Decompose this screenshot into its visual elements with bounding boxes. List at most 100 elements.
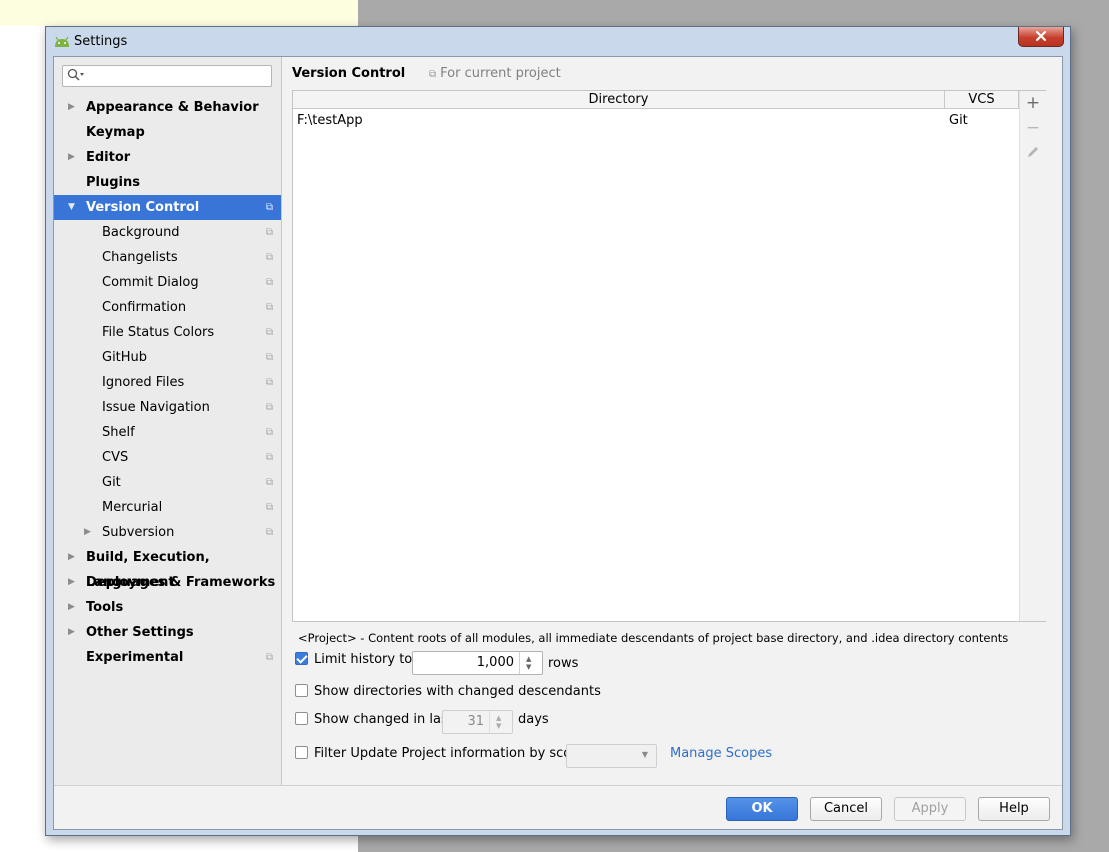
sidebar-item-other-settings[interactable]: ▶ Other Settings [54,620,281,645]
sidebar-item-label: Version Control [86,200,200,215]
collapsed-arrow-icon[interactable]: ▶ [84,520,91,545]
collapsed-arrow-icon[interactable]: ▶ [68,545,75,570]
table-toolbar: + − [1019,91,1046,621]
sidebar-item-issue-navigation[interactable]: Issue Navigation ⧉ [54,395,281,420]
project-scope-icon: ⧉ [265,302,273,313]
sidebar-item-label: Background [102,225,180,240]
apply-button[interactable]: Apply [894,797,966,821]
dialog-body: ▶ Appearance & Behavior Keymap ▶ Editor Plugi… [53,56,1063,830]
sidebar-item-label: CVS [102,450,129,465]
settings-dialog: Settings ▶ Appearance & Behavior Keymap ▶ Ed… [45,26,1071,836]
sidebar-item-label: Git [102,475,121,490]
filter-update-row: Filter Update Project information by sco… [295,743,588,765]
limit-history-suffix: rows [548,656,579,671]
project-scope-icon: ⧉ [265,202,273,213]
sidebar-item-subversion[interactable]: ▶ Subversion ⧉ [54,520,281,545]
sidebar-item-mercurial[interactable]: Mercurial ⧉ [54,495,281,520]
project-scope-icon: ⧉ [265,327,273,338]
limit-history-label: Limit history to: [314,652,417,667]
sidebar-item-background[interactable]: Background ⧉ [54,220,281,245]
show-changed-row: Show changed in last [295,709,453,731]
help-button[interactable]: Help [978,797,1050,821]
collapsed-arrow-icon[interactable]: ▶ [68,95,75,120]
sidebar-item-version-control[interactable]: ▼ Version Control ⧉ [54,195,281,220]
close-icon [1035,30,1047,42]
sidebar-item-label: Tools [86,600,124,615]
add-icon[interactable]: + [1024,94,1042,112]
collapsed-arrow-icon[interactable]: ▶ [68,620,75,645]
column-header-directory[interactable]: Directory [293,91,945,109]
chevron-down-icon: ▼ [641,750,648,759]
show-changed-checkbox[interactable] [295,712,308,725]
sidebar-item-appearance-behavior[interactable]: ▶ Appearance & Behavior [54,95,281,120]
sidebar-item-label: Appearance & Behavior [86,100,259,115]
ok-button[interactable]: OK [726,797,798,821]
sidebar-item-confirmation[interactable]: Confirmation ⧉ [54,295,281,320]
remove-icon[interactable]: − [1024,119,1042,137]
sidebar-item-build-execution-deployment[interactable]: ▶ Build, Execution, Deployment [54,545,281,590]
project-scope-icon: ⧉ [265,402,273,413]
page-title: Version Control [292,66,406,81]
sidebar-item-languages-frameworks[interactable]: ▶ Languages & Frameworks [54,570,281,595]
expanded-arrow-icon[interactable]: ▼ [68,195,75,220]
edit-icon[interactable] [1024,145,1042,163]
project-scope-icon: ⧉ [265,252,273,263]
project-scope-icon: ⧉ [265,427,273,438]
sidebar-item-label: Ignored Files [102,375,185,390]
sidebar-item-label: Shelf [102,425,135,440]
window-title: Settings [74,34,128,49]
close-button[interactable] [1018,27,1064,47]
collapsed-arrow-icon[interactable]: ▶ [68,595,75,620]
manage-scopes-link[interactable]: Manage Scopes [670,743,772,765]
sidebar-item-label: Other Settings [86,625,194,640]
sidebar-item-cvs[interactable]: CVS ⧉ [54,445,281,470]
column-header-vcs[interactable]: VCS [945,91,1019,109]
sidebar-item-keymap[interactable]: Keymap [54,120,281,145]
show-dirs-row: Show directories with changed descendant… [295,681,601,703]
scope-select[interactable]: ▼ [566,744,657,768]
spinner-arrows-icon[interactable]: ▲ ▼ [519,652,542,674]
sidebar-item-changelists[interactable]: Changelists ⧉ [54,245,281,270]
sidebar-item-shelf[interactable]: Shelf ⧉ [54,420,281,445]
show-changed-value: 31 [467,714,484,729]
sidebar-item-plugins[interactable]: Plugins [54,170,281,195]
project-scope-icon: ⧉ [265,652,273,663]
sidebar-item-label: File Status Colors [102,325,215,340]
limit-history-checkbox[interactable] [295,652,308,665]
show-changed-suffix: days [518,712,549,727]
project-scope-icon: ⧉ [265,277,273,288]
search-icon [67,68,85,86]
sidebar-item-editor[interactable]: ▶ Editor [54,145,281,170]
project-scope-icon: ⧉ [265,502,273,513]
table-cell-vcs[interactable]: Git [949,113,968,128]
show-dirs-checkbox[interactable] [295,684,308,697]
project-scope-icon: ⧉ [265,452,273,463]
collapsed-arrow-icon[interactable]: ▶ [68,145,75,170]
version-control-panel: Version Control ⧉ For current project Dir… [283,57,1064,785]
sidebar-item-tools[interactable]: ▶ Tools [54,595,281,620]
show-dirs-label: Show directories with changed descendant… [314,684,601,699]
project-scope-icon: ⧉ [265,477,273,488]
sidebar-item-label: Confirmation [102,300,187,315]
show-changed-spinner[interactable]: 31 ▲ ▼ [442,710,513,734]
sidebar-item-label: Editor [86,150,131,165]
sidebar-item-commit-dialog[interactable]: Commit Dialog ⧉ [54,270,281,295]
sidebar-item-git[interactable]: Git ⧉ [54,470,281,495]
project-scope-icon: ⧉ [265,377,273,388]
sidebar-item-experimental[interactable]: Experimental ⧉ [54,645,281,670]
spinner-arrows-icon[interactable]: ▲ ▼ [489,711,512,733]
project-scope-icon: ⧉ [429,69,437,80]
cancel-button[interactable]: Cancel [810,797,882,821]
sidebar-item-file-status-colors[interactable]: File Status Colors ⧉ [54,320,281,345]
sidebar-item-label: Mercurial [102,500,163,515]
sidebar-item-ignored-files[interactable]: Ignored Files ⧉ [54,370,281,395]
sidebar-item-github[interactable]: GitHub ⧉ [54,345,281,370]
filter-update-checkbox[interactable] [295,746,308,759]
collapsed-arrow-icon[interactable]: ▶ [68,570,75,595]
android-icon [54,36,70,51]
table-cell-directory[interactable]: F:\testApp [297,113,363,128]
vcs-mappings-table[interactable]: Directory VCS F:\testApp Git + − [292,90,1046,622]
search-input[interactable] [62,65,272,87]
limit-history-spinner[interactable]: 1,000 ▲ ▼ [412,651,543,675]
project-scope-icon: ⧉ [265,352,273,363]
